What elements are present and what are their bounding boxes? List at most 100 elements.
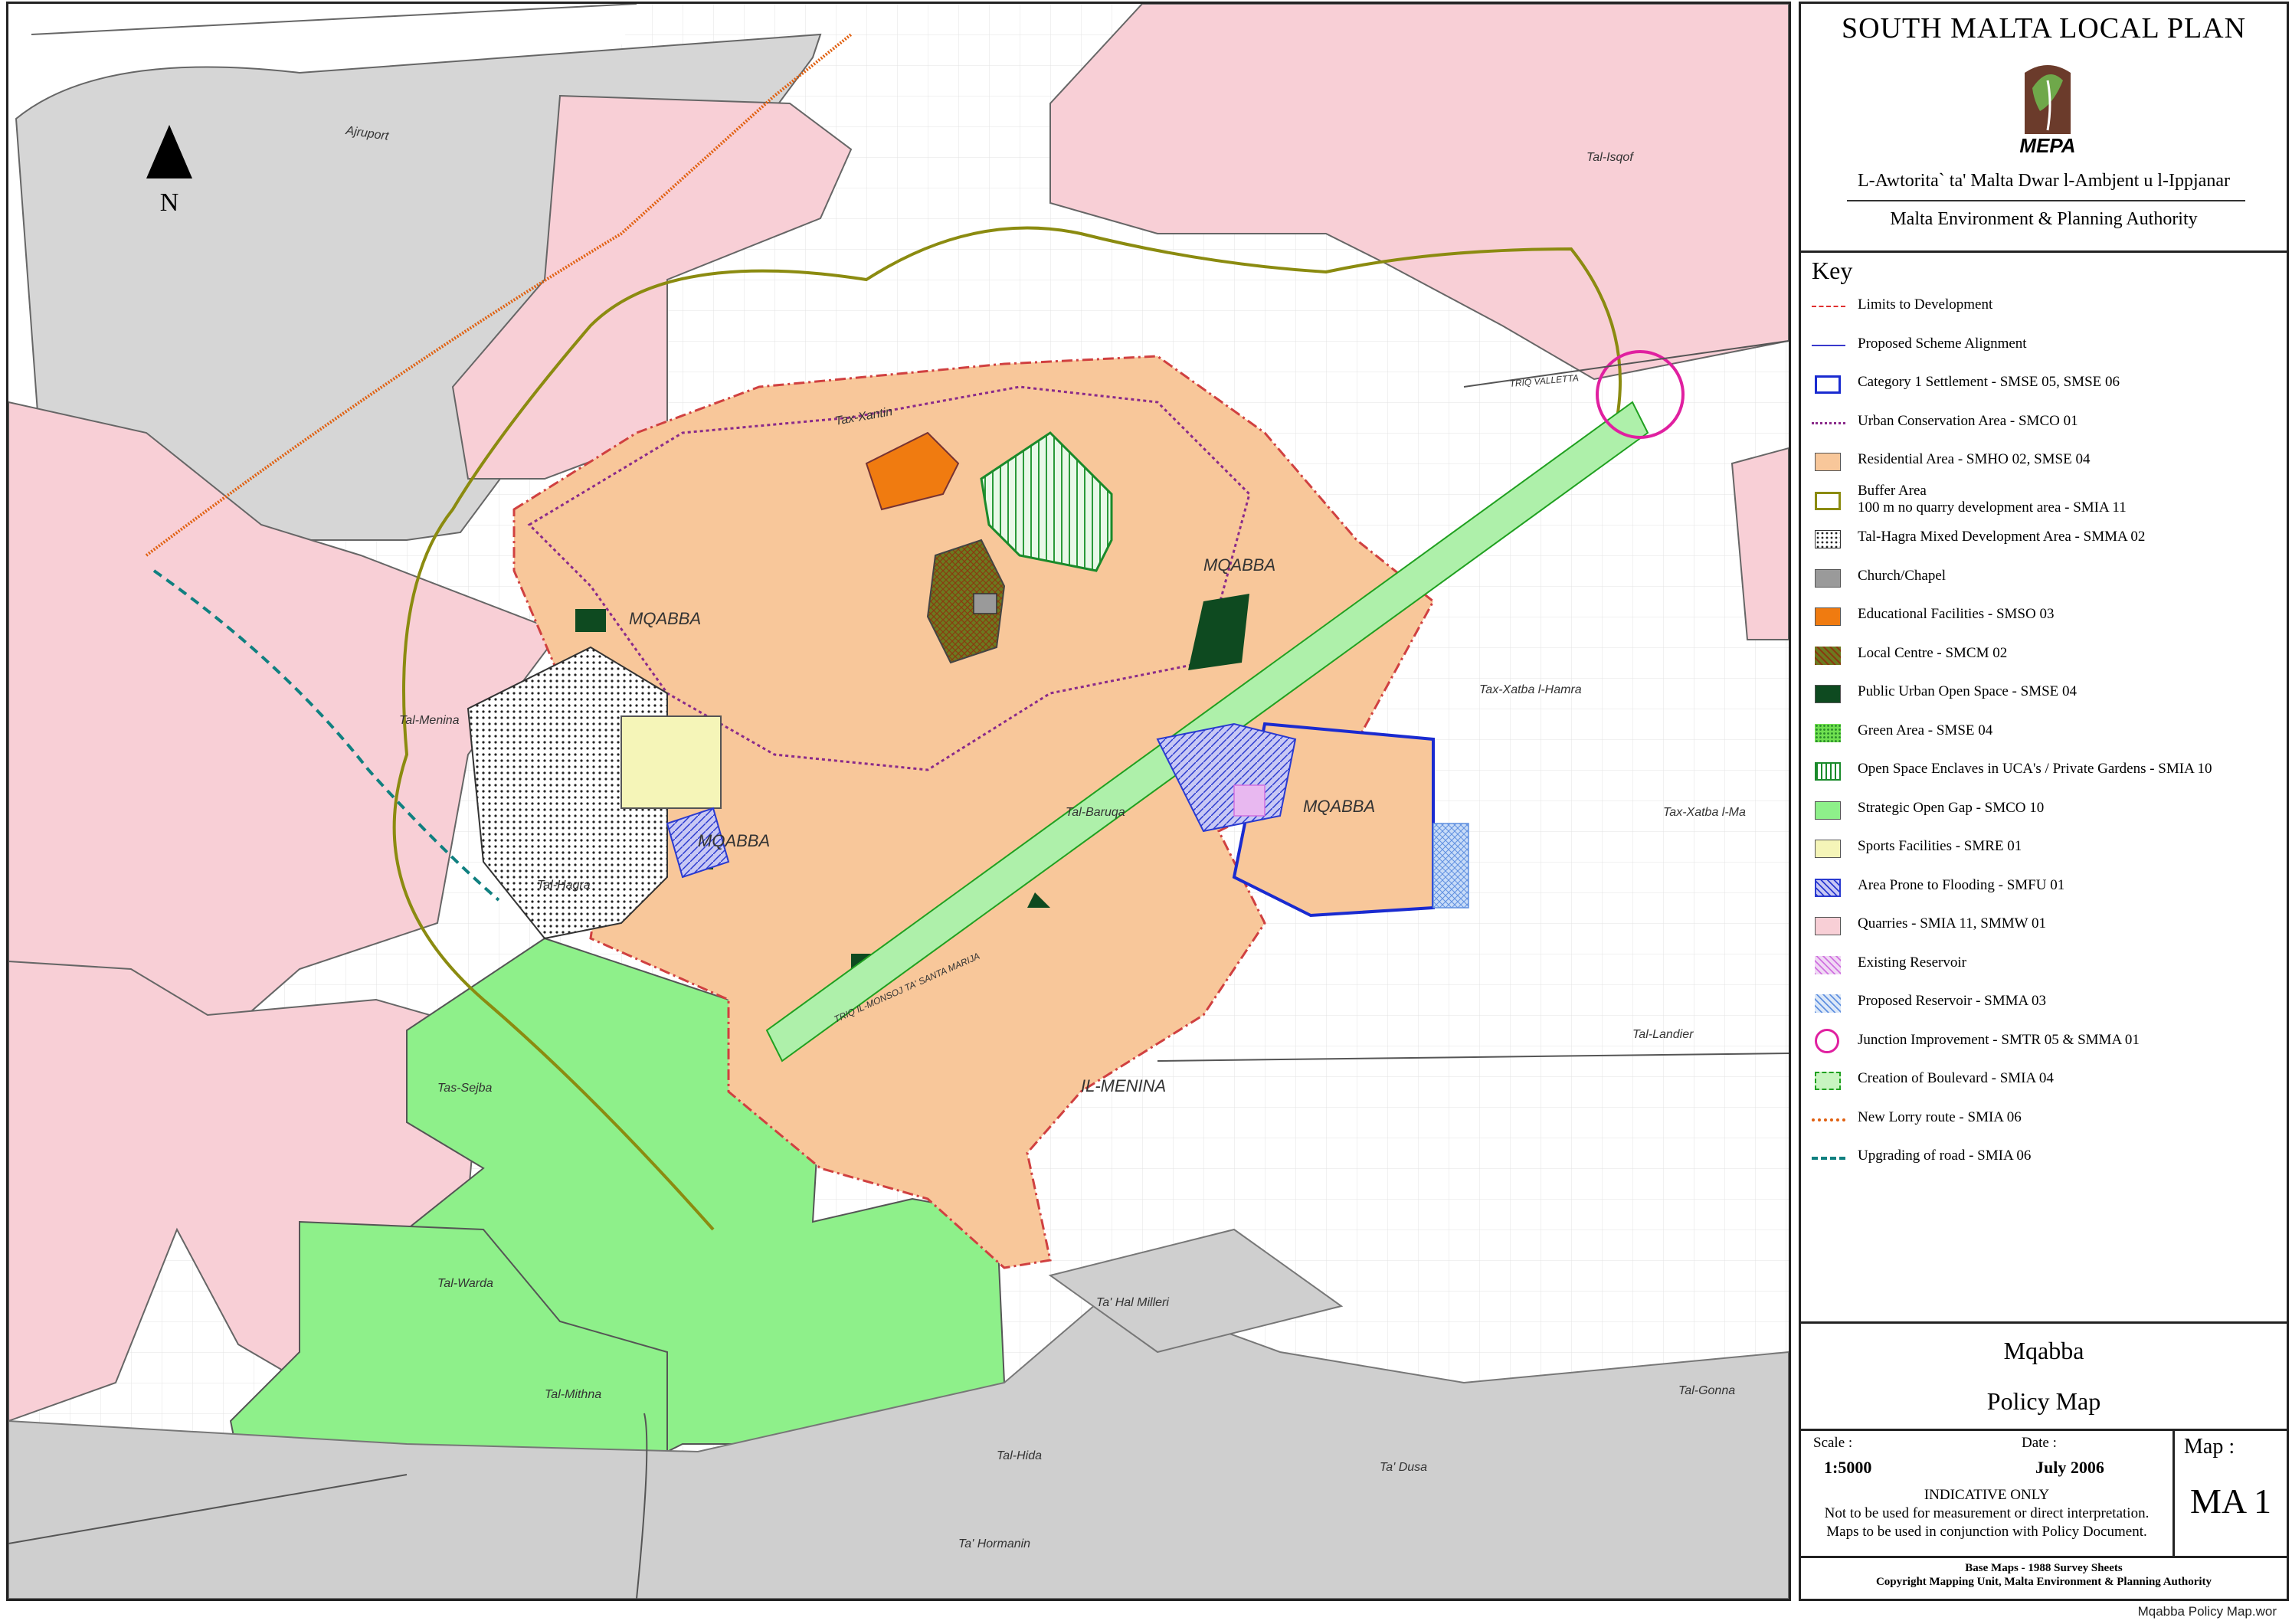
legend-item: Tal-Hagra Mixed Development Area - SMMA … — [1812, 521, 2287, 560]
legend-label: Strategic Open Gap - SMCO 10 — [1858, 799, 2045, 816]
label-landier: Tal-Landier — [1632, 1028, 1694, 1041]
legend-label: Limits to Development — [1858, 296, 1993, 313]
label-baruqa: Tal-Baruqa — [1066, 806, 1125, 819]
legend-item: Existing Reservoir — [1812, 947, 2287, 986]
label-hal-milleri: Ta' Hal Milleri — [1096, 1296, 1169, 1309]
legend-swatch — [1815, 1072, 1841, 1090]
label-hida: Tal-Hida — [997, 1449, 1042, 1462]
indicative-only: INDICATIVE ONLY — [1924, 1487, 2050, 1503]
plan-title: SOUTH MALTA LOCAL PLAN — [1841, 12, 2247, 44]
legend-label: Church/Chapel — [1858, 567, 1947, 584]
legend-swatch — [1815, 917, 1841, 935]
label-sejba: Tas-Sejba — [437, 1082, 493, 1095]
scale-value: 1:5000 — [1824, 1458, 1872, 1477]
legend-item: Church/Chapel — [1812, 560, 2287, 599]
legend-item: Upgrading of road - SMIA 06 — [1812, 1140, 2287, 1179]
legend-item: Creation of Boulevard - SMIA 04 — [1812, 1062, 2287, 1102]
legend-swatch — [1815, 840, 1841, 858]
legend-item: Local Centre - SMCM 02 — [1812, 637, 2287, 676]
north-label: N — [160, 188, 179, 217]
sports-facility — [620, 715, 722, 809]
legend-swatch — [1812, 1118, 1845, 1121]
legend-label: Creation of Boulevard - SMIA 04 — [1858, 1070, 2054, 1086]
church — [973, 593, 997, 614]
legend-item: Quarries - SMIA 11, SMMW 01 — [1812, 908, 2287, 947]
legend-swatch — [1815, 530, 1841, 548]
legend-swatch — [1815, 955, 1841, 974]
legend-label: Category 1 Settlement - SMSE 05, SMSE 06 — [1858, 374, 2120, 390]
label-mqabba-1: MQABBA — [1203, 555, 1275, 575]
file-name: Mqabba Policy Map.wor — [2137, 1604, 2277, 1619]
label-isqof: Tal-Isqof — [1586, 151, 1634, 164]
label-mithna: Tal-Mithna — [545, 1388, 601, 1401]
legend-swatch — [1812, 421, 1845, 424]
authority-maltese: L-Awtorita` ta' Malta Dwar l-Ambjent u l… — [1858, 171, 2230, 191]
date-value: July 2006 — [2035, 1458, 2104, 1477]
legend-swatch — [1815, 607, 1841, 626]
legend-swatch — [1815, 685, 1841, 703]
legend-label: Junction Improvement - SMTR 05 & SMMA 01 — [1858, 1031, 2140, 1048]
legend-swatch — [1815, 878, 1841, 897]
legend-swatch — [1815, 801, 1841, 820]
legend-label: Open Space Enclaves in UCA's / Private G… — [1858, 761, 2212, 777]
legend-swatch — [1815, 646, 1841, 665]
map-label: Map : — [2184, 1435, 2235, 1459]
legend-item: Limits to Development — [1812, 289, 2287, 328]
map-info-panel: SOUTH MALTA LOCAL PLAN MEPA L-Awtorita` … — [1799, 2, 2289, 1601]
legend-label: Existing Reservoir — [1858, 954, 1966, 971]
label-mqabba-3: MQABBA — [698, 831, 770, 850]
key-title: Key — [1812, 257, 1853, 284]
legend-swatch — [1812, 344, 1845, 346]
legend-item: Category 1 Settlement - SMSE 05, SMSE 06 — [1812, 366, 2287, 405]
legend-swatch — [1815, 453, 1841, 471]
disclaimer-line-2: Maps to be used in conjunction with Poli… — [1826, 1524, 2147, 1540]
proposed-reservoir — [1432, 823, 1469, 909]
copyright-note: Copyright Mapping Unit, Malta Environmen… — [1875, 1576, 2212, 1588]
label-xatba-2: Tax-Xatba l-Ma — [1663, 806, 1746, 819]
legend-item: Residential Area - SMHO 02, SMSE 04 — [1812, 444, 2287, 483]
label-hormanin: Ta' Hormanin — [958, 1537, 1030, 1550]
legend-item: Sports Facilities - SMRE 01 — [1812, 830, 2287, 869]
legend-label: Quarries - SMIA 11, SMMW 01 — [1858, 915, 2046, 932]
legend-item: Area Prone to Flooding - SMFU 01 — [1812, 869, 2287, 909]
disclaimer-line-1: Not to be used for measurement or direct… — [1824, 1505, 2150, 1521]
legend-swatch — [1815, 994, 1841, 1013]
legend-swatch — [1815, 762, 1841, 781]
label-menina: Tal-Menina — [399, 714, 460, 727]
legend-label: New Lorry route - SMIA 06 — [1858, 1108, 2022, 1125]
legend-label: Buffer Area 100 m no quarry development a… — [1858, 482, 2127, 516]
label-xatba-1: Tax-Xatba l-Hamra — [1479, 683, 1582, 696]
legend-item: Public Urban Open Space - SMSE 04 — [1812, 676, 2287, 715]
legend: Limits to Development Proposed Scheme Ali… — [1812, 289, 2287, 1179]
legend-label: Area Prone to Flooding - SMFU 01 — [1858, 876, 2065, 893]
label-gonna: Tal-Gonna — [1678, 1384, 1735, 1397]
legend-label: Sports Facilities - SMRE 01 — [1858, 838, 2022, 854]
existing-reservoir — [1233, 784, 1266, 817]
legend-label: Urban Conservation Area - SMCO 01 — [1858, 412, 2078, 429]
legend-label: Upgrading of road - SMIA 06 — [1858, 1148, 2032, 1164]
place-name: Mqabba — [2003, 1337, 2084, 1364]
legend-swatch — [1812, 306, 1845, 307]
authority-english: Malta Environment & Planning Authority — [1890, 209, 2198, 229]
legend-label: Proposed Reservoir - SMMA 03 — [1858, 993, 2046, 1009]
map-canvas: N Ajruport Tal-Isqof Tax-Xantin MQABBA M… — [8, 4, 1789, 1599]
legend-swatch — [1815, 723, 1841, 742]
legend-item: Junction Improvement - SMTR 05 & SMMA 01 — [1812, 1024, 2287, 1063]
legend-item: Educational Facilities - SMSO 03 — [1812, 598, 2287, 637]
legend-swatch — [1815, 491, 1841, 510]
label-hagra: Tal-Hagra — [537, 879, 591, 892]
policy-map[interactable]: N Ajruport Tal-Isqof Tax-Xantin MQABBA M… — [6, 2, 1791, 1601]
legend-swatch — [1815, 1028, 1839, 1053]
map-type: Policy Map — [1986, 1387, 2101, 1415]
legend-item: Urban Conservation Area - SMCO 01 — [1812, 405, 2287, 444]
legend-swatch — [1812, 1157, 1845, 1160]
legend-label: Proposed Scheme Alignment — [1858, 335, 2027, 352]
label-warda: Tal-Warda — [437, 1277, 493, 1290]
legend-label: Tal-Hagra Mixed Development Area - SMMA … — [1858, 529, 2146, 545]
legend-item: Proposed Reservoir - SMMA 03 — [1812, 985, 2287, 1024]
legend-item: Green Area - SMSE 04 — [1812, 715, 2287, 754]
date-label: Date : — [2022, 1435, 2057, 1451]
scale-label: Scale : — [1813, 1435, 1853, 1451]
legend-item: Open Space Enclaves in UCA's / Private G… — [1812, 753, 2287, 792]
legend-label: Green Area - SMSE 04 — [1858, 722, 1993, 738]
